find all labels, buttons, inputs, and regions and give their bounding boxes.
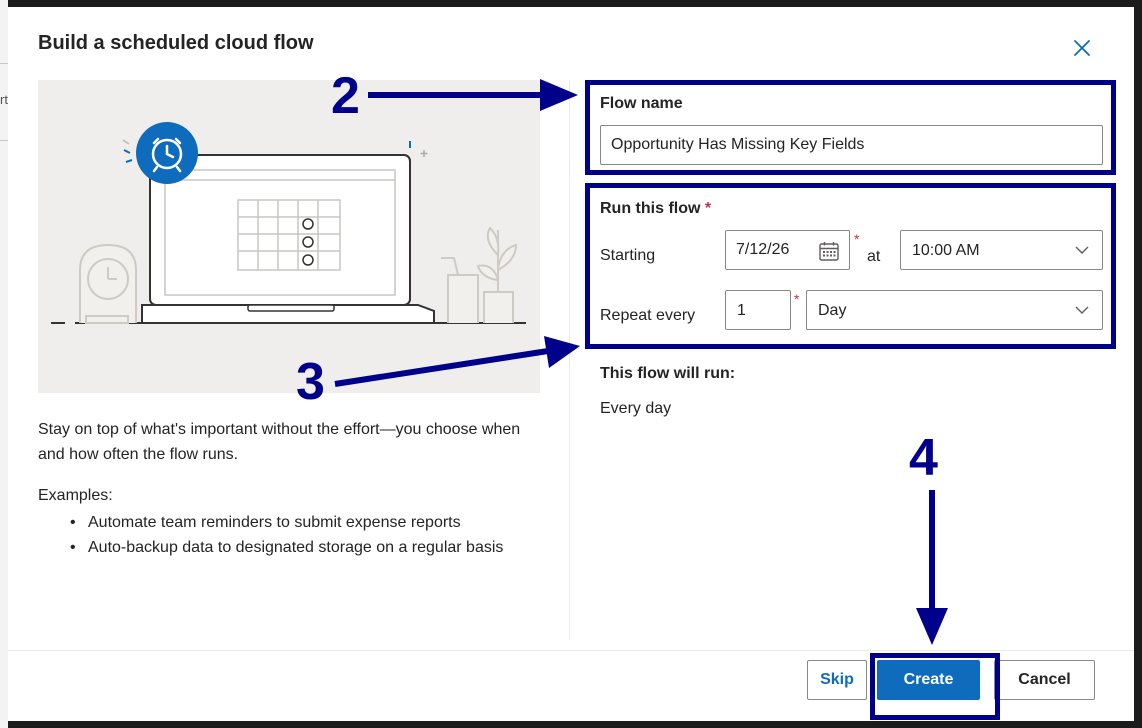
footer-divider (8, 650, 1134, 651)
backdrop-divider (0, 63, 8, 64)
backdrop-page: rt (0, 0, 8, 728)
run-flow-label-text: Run this flow (600, 200, 701, 217)
panel-divider (569, 80, 570, 640)
close-button[interactable] (1071, 37, 1093, 59)
repeat-interval-input[interactable]: 1 (725, 290, 791, 330)
examples-list: Automate team reminders to submit expens… (70, 510, 520, 560)
start-time-dropdown[interactable]: 10:00 AM (900, 230, 1103, 270)
backdrop-partial-text: rt (0, 92, 8, 107)
start-time-value: 10:00 AM (912, 242, 980, 259)
will-run-summary: Every day (600, 400, 672, 417)
start-date-picker[interactable]: 7/12/26 (725, 230, 850, 270)
flow-description: Stay on top of what's important without … (38, 421, 521, 463)
starting-label: Starting (600, 247, 656, 264)
dialog-title: Build a scheduled cloud flow (38, 32, 314, 54)
flow-name-label: Flow name (600, 95, 683, 112)
examples-label: Examples: (38, 487, 113, 504)
cancel-button[interactable]: Cancel (994, 660, 1095, 700)
repeat-every-label: Repeat every (600, 307, 696, 324)
flow-name-input[interactable] (600, 125, 1103, 165)
required-marker: * (794, 291, 800, 307)
calendar-icon[interactable] (818, 240, 840, 262)
run-flow-label: Run this flow * (600, 200, 711, 218)
laptop-alarm-illustration (51, 122, 526, 324)
backdrop-divider (0, 140, 8, 141)
chevron-down-icon (1075, 306, 1089, 314)
list-item: Automate team reminders to submit expens… (70, 510, 520, 535)
repeat-interval-value: 1 (737, 302, 746, 319)
at-label: at (867, 248, 881, 265)
create-button[interactable]: Create (877, 660, 980, 700)
list-item: Auto-backup data to designated storage o… (70, 535, 520, 560)
will-run-label: This flow will run: (600, 365, 736, 382)
required-marker: * (854, 231, 860, 247)
repeat-unit-value: Day (818, 302, 847, 319)
flow-illustration (38, 80, 540, 393)
build-flow-dialog: Build a scheduled cloud flow Stay on top… (8, 7, 1134, 721)
required-marker: * (704, 200, 712, 217)
skip-button[interactable]: Skip (807, 660, 867, 700)
chevron-down-icon (1075, 246, 1089, 254)
close-icon (1074, 40, 1090, 56)
start-date-value: 7/12/26 (736, 241, 790, 258)
repeat-unit-dropdown[interactable]: Day (806, 290, 1103, 330)
